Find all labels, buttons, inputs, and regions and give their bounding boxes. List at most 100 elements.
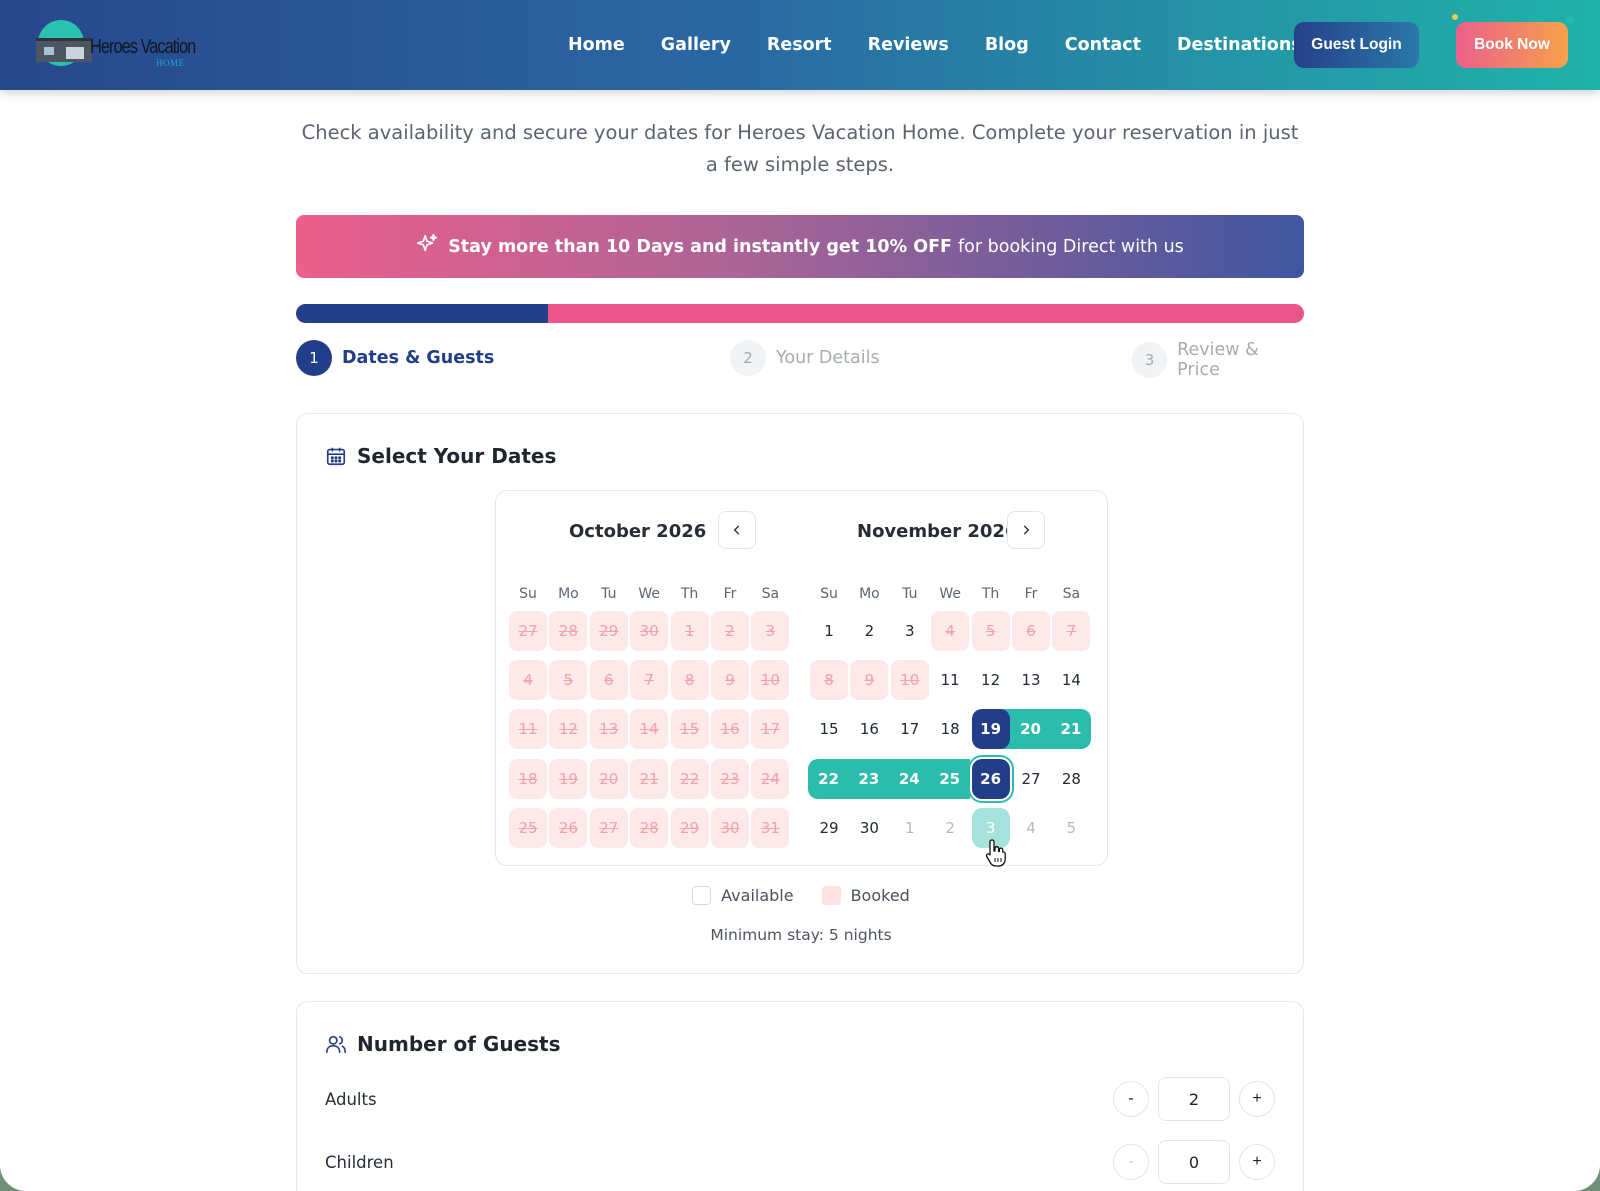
step-review-price[interactable]: 3 Review & Price — [1132, 340, 1304, 380]
calendar-day-booked: 10 — [890, 660, 929, 701]
children-increment-button[interactable]: + — [1239, 1144, 1275, 1180]
calendar-day-booked: 26 — [549, 807, 588, 848]
page-frame: Heroes Vacation HOME Home Gallery Resort… — [0, 0, 1600, 1191]
adults-decrement-button[interactable]: - — [1113, 1081, 1149, 1117]
calendar-day-booked: 16 — [711, 709, 749, 750]
step-number: 1 — [296, 340, 332, 376]
calendar-day-muted: 5 — [1066, 818, 1077, 837]
calendar-day-muted: 2 — [945, 818, 955, 837]
weekday-header: Th — [680, 586, 699, 602]
calendar-day-available[interactable]: 18 — [931, 709, 969, 749]
sparkle-icon — [416, 233, 438, 260]
nav-contact[interactable]: Contact — [1065, 35, 1141, 55]
calendar-day-booked: 2 — [711, 611, 749, 651]
calendar-day-booked: 27 — [509, 611, 547, 651]
calendar-day-range[interactable]: 21 — [1050, 709, 1092, 750]
calendar-day-available[interactable]: 29 — [810, 808, 848, 848]
calendar-day-booked: 7 — [1052, 611, 1091, 651]
calendar-day-range[interactable]: 20 — [1010, 709, 1051, 750]
calendar-day-booked: 8 — [670, 660, 709, 701]
chevron-right-icon — [1023, 525, 1030, 535]
calendar-day-available[interactable]: 28 — [1052, 759, 1090, 799]
minimum-stay-note: Minimum stay: 5 nights — [710, 926, 892, 944]
calendar-icon — [326, 447, 346, 466]
progress-bar — [296, 304, 1304, 323]
adults-value[interactable]: 2 — [1158, 1077, 1230, 1121]
month-october: October 2026 Su Mo Tu We Th Fr Sa 27 28 29 30 1 2 3 4 5… — [508, 491, 808, 867]
calendar-day-booked: 12 — [549, 709, 588, 750]
calendar-day-booked: 7 — [630, 660, 669, 701]
calendar-day-available[interactable]: 3 — [891, 611, 929, 651]
children-decrement-button[interactable]: - — [1113, 1144, 1149, 1180]
calendar-day-booked: 13 — [589, 709, 628, 750]
users-icon — [326, 1035, 346, 1054]
adults-increment-button[interactable]: + — [1239, 1081, 1275, 1117]
month-november: November 2026 Su Mo Tu We Th Fr Sa 1 2 3 4 5 6 7 8 9 10 1… — [808, 491, 1109, 867]
calendar-day-range[interactable]: 22 — [808, 758, 849, 799]
nav-reviews[interactable]: Reviews — [868, 35, 949, 55]
weekday-header: We — [939, 586, 961, 602]
calendar-day-booked: 29 — [670, 807, 709, 848]
calendar-day-muted: 1 — [905, 818, 915, 837]
card-title-text: Select Your Dates — [357, 444, 557, 468]
decor-dot — [1566, 16, 1574, 24]
weekday-header: Sa — [1062, 586, 1081, 602]
calendar-day-booked: 5 — [971, 611, 1010, 651]
logo[interactable]: Heroes Vacation HOME — [34, 20, 196, 72]
calendar-day-range-end[interactable]: 26 — [971, 758, 1010, 799]
nav-gallery[interactable]: Gallery — [661, 35, 731, 55]
calendar-day-available[interactable]: 14 — [1052, 660, 1090, 700]
calendar-day-booked: 27 — [589, 807, 628, 848]
calendar-day-booked: 22 — [670, 758, 709, 799]
calendar-day-booked: 4 — [509, 660, 547, 701]
guests-card-title: Number of Guests — [325, 1032, 561, 1056]
calendar-day-available[interactable]: 16 — [850, 709, 888, 749]
weekday-header: Tu — [601, 586, 617, 602]
site-header: Heroes Vacation HOME Home Gallery Resort… — [0, 0, 1600, 90]
calendar-day-available[interactable]: 27 — [1012, 759, 1050, 799]
calendar-day-available[interactable]: 1 — [810, 611, 848, 651]
adults-stepper: - 2 + — [1113, 1077, 1275, 1121]
step-dates-guests[interactable]: 1 Dates & Guests — [296, 340, 494, 376]
calendar-day-booked: 29 — [589, 611, 628, 651]
calendar-day-range[interactable]: 24 — [888, 758, 930, 799]
legend-label: Booked — [850, 886, 910, 905]
book-now-button[interactable]: Book Now — [1456, 22, 1568, 68]
main-nav: Home Gallery Resort Reviews Blog Contact… — [568, 0, 1355, 90]
weekday-header: Su — [519, 586, 537, 602]
prev-month-button[interactable] — [718, 511, 756, 549]
calendar-day-available[interactable]: 11 — [931, 660, 969, 700]
calendar-day-range[interactable]: 25 — [929, 758, 971, 799]
calendar-day-booked: 19 — [549, 758, 588, 799]
hand-cursor-icon — [985, 839, 1006, 867]
children-label: Children — [325, 1152, 394, 1172]
children-row: Children - 0 + — [325, 1140, 1275, 1184]
children-value[interactable]: 0 — [1158, 1140, 1230, 1184]
nav-home[interactable]: Home — [568, 35, 625, 55]
calendar-day-booked: 9 — [711, 660, 749, 701]
calendar-day-available[interactable]: 12 — [972, 660, 1010, 700]
calendar-day-booked: 4 — [931, 611, 970, 651]
next-month-button[interactable] — [1007, 511, 1045, 549]
nav-blog[interactable]: Blog — [985, 35, 1029, 55]
guests-card: Number of Guests Adults - 2 + Children -… — [296, 1001, 1304, 1191]
calendar-day-booked: 5 — [549, 660, 588, 701]
available-swatch — [692, 886, 712, 905]
nav-resort[interactable]: Resort — [767, 35, 832, 55]
intro-text: Check availability and secure your dates… — [301, 121, 1299, 176]
step-your-details[interactable]: 2 Your Details — [730, 340, 880, 376]
calendar-day-available[interactable]: 13 — [1012, 660, 1050, 700]
calendar-day-available[interactable]: 2 — [850, 611, 888, 651]
calendar-day-available[interactable]: 17 — [891, 709, 929, 749]
calendar-day-available[interactable]: 15 — [810, 709, 848, 749]
promo-text: for booking Direct with us — [958, 236, 1184, 257]
dates-card-title: Select Your Dates — [325, 444, 556, 468]
calendar-day-available[interactable]: 30 — [850, 808, 888, 848]
calendar-day-muted: 4 — [1026, 818, 1036, 837]
guest-login-button[interactable]: Guest Login — [1294, 22, 1419, 68]
logo-subtext: HOME — [156, 58, 185, 68]
calendar-day-range[interactable]: 23 — [848, 758, 890, 799]
calendar-day-range-start[interactable]: 19 — [971, 709, 1010, 750]
chevron-left-icon — [733, 525, 740, 535]
calendar-day-booked: 9 — [850, 660, 889, 701]
